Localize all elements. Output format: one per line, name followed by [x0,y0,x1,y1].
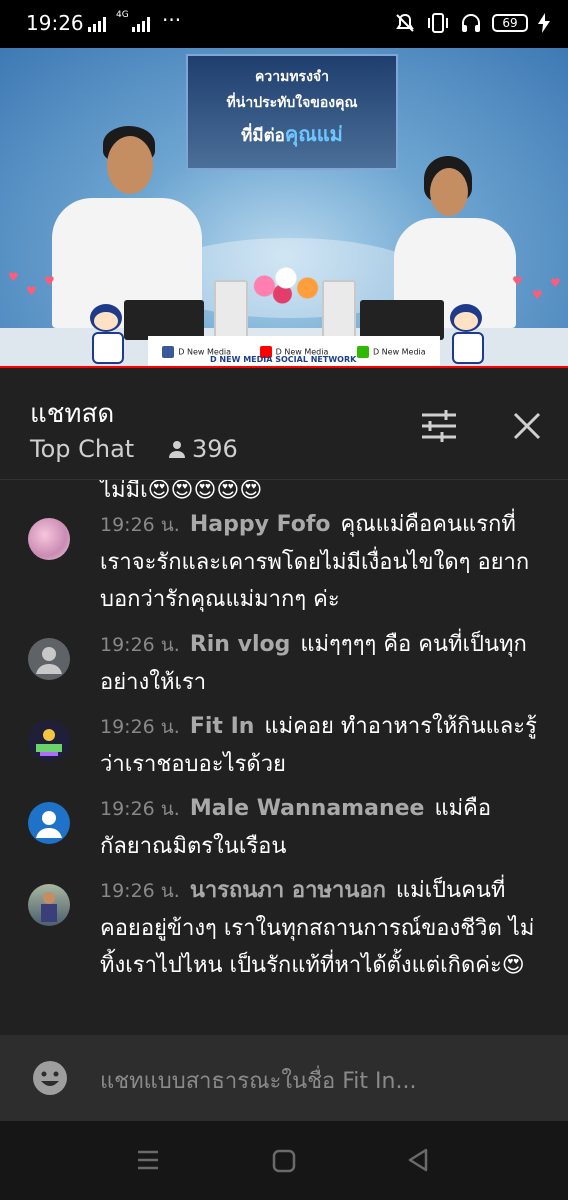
mascot-right [444,304,488,364]
emoji-icon[interactable] [32,1060,68,1096]
chat-message-list[interactable]: ไม่มีเ😍😍😍😍😍 19:26 น. Happy Fofo คุณแม่คือค… [0,480,568,1035]
line-icon [356,346,369,358]
laptop-right [360,300,444,340]
avatar[interactable] [28,802,70,844]
avatar[interactable] [28,638,70,680]
chat-header: แชทสด Top Chat 396 [0,369,568,480]
message-time: 19:26 น. [100,514,180,536]
network-type: 4G [116,10,129,20]
battery-icon: 69 [492,14,528,32]
video-title-line3: ที่มีต่อคุณแม่ [241,122,343,146]
default-avatar-icon [36,811,62,838]
vibrate-icon [428,13,448,33]
chat-title: แชทสด [30,399,115,429]
live-progress-bar [0,366,568,368]
video-title-line2: ที่น่าประทับใจของคุณ [226,95,358,111]
heart-icon: ♥ [512,274,523,288]
viewer-count-value: 396 [192,435,238,463]
default-avatar-icon [36,647,62,674]
avatar[interactable] [28,518,70,560]
laptop-left [124,300,204,340]
heart-icon: ♥ [532,288,543,302]
filter-settings-icon[interactable] [420,409,458,443]
message-author[interactable]: Rin vlog [190,632,291,657]
facebook-icon [162,346,175,358]
back-icon[interactable] [406,1147,430,1173]
message-author[interactable]: นารถนภา อาษานอก [190,878,386,903]
message-time: 19:26 น. [100,880,180,902]
status-time: 19:26 [26,11,84,35]
status-bar: 19:26 4G ··· 69 [0,0,568,48]
video-title-graphic: ความทรงจำ ที่น่าประทับใจของคุณ ที่มีต่อค… [186,54,398,170]
cup [214,280,248,338]
overflow-indicator: ··· [162,8,182,32]
user-photo-icon [41,892,57,922]
message-author[interactable]: Male Wannamanee [190,796,425,821]
channel-logo-icon [36,729,62,756]
cup [322,280,356,338]
heart-icon: ♥ [8,270,19,284]
chat-input[interactable]: แชทแบบสาธารณะในชื่อ Fit In... [100,1063,416,1098]
message-author[interactable]: Happy Fofo [190,512,331,537]
home-icon[interactable] [272,1149,296,1173]
video-title-line1: ความทรงจำ [255,69,329,85]
message-time: 19:26 น. [100,634,180,656]
charging-icon [538,13,550,33]
menu-icon[interactable] [136,1149,160,1171]
network-banner: D NEW MEDIA SOCIAL NETWORK [210,355,357,364]
avatar[interactable] [28,720,70,762]
close-icon[interactable] [510,409,544,443]
message-time: 19:26 น. [100,716,180,738]
mascot-left [84,304,128,364]
heart-icon: ♥ [44,274,55,288]
social-line: D New Media [356,346,426,358]
host-head [107,136,153,194]
avatar[interactable] [28,884,70,926]
live-video-player[interactable]: ความทรงจำ ที่น่าประทับใจของคุณ ที่มีต่อค… [0,48,568,368]
signal-icon [88,16,106,32]
clipped-message: ไม่มีเ😍😍😍😍😍 [100,480,263,503]
host-head-2 [430,168,468,216]
message-author[interactable]: Fit In [190,714,255,739]
message-time: 19:26 น. [100,798,180,820]
video-title-highlight: คุณแม่ [284,122,343,146]
chat-mode-selector[interactable]: Top Chat [30,435,134,463]
signal-icon-2 [132,16,150,32]
person-icon [169,441,185,458]
chat-input-bar[interactable]: แชทแบบสาธารณะในชื่อ Fit In... [0,1035,568,1121]
heart-icon: ♥ [26,284,37,298]
system-navigation-bar [0,1121,568,1200]
headset-icon [462,14,480,32]
heart-icon: ♥ [550,276,561,290]
mute-icon [396,13,414,32]
viewer-count: 396 [168,435,238,463]
flower-vase [250,266,322,306]
